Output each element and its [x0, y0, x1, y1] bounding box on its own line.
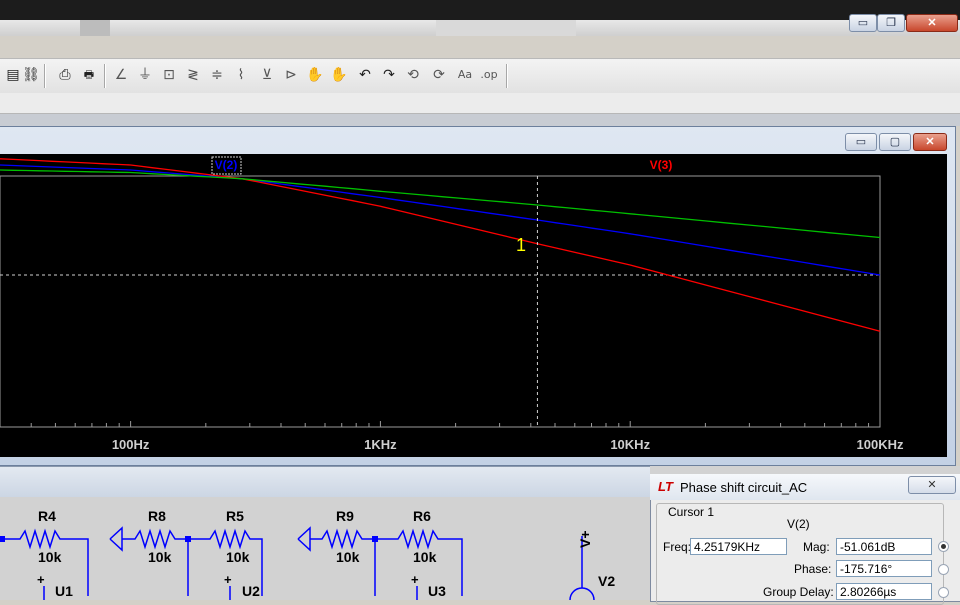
title-tab-hint — [436, 20, 576, 36]
plot-pane[interactable]: 100Hz 1KHz 10KHz 100KHz V(2) V(3) 1 — [0, 154, 947, 457]
cursor-dialog-title: Phase shift circuit_AC — [680, 480, 808, 495]
part-ref-r6: R6 — [413, 508, 431, 524]
toolbar-separator — [44, 64, 46, 88]
junction-dot — [185, 536, 191, 542]
phase-field[interactable]: -175.716° — [836, 560, 932, 577]
mirror-icon[interactable]: ⟳ — [430, 66, 448, 84]
part-value-r8: 10k — [148, 549, 172, 565]
axis-labels: 100Hz 1KHz 10KHz 100KHz — [112, 176, 904, 452]
freq-label: Freq: — [663, 540, 692, 554]
cursor-trace-name: V(2) — [787, 517, 810, 531]
group-delay-label: Group Delay: — [763, 585, 834, 599]
plot-minimize-button[interactable]: ▭ — [845, 133, 877, 151]
supply-label: V+ — [577, 530, 593, 548]
cursor-group-label: Cursor 1 — [666, 505, 717, 519]
part-value-r4: 10k — [38, 549, 62, 565]
x-tick-label: 100KHz — [857, 437, 904, 452]
source-v2-symbol — [569, 587, 595, 600]
part-value-r6: 10k — [413, 549, 437, 565]
schematic-title-bar — [0, 466, 650, 497]
undo-icon[interactable]: ↶ — [356, 66, 374, 84]
main-close-button[interactable]: ✕ — [906, 14, 958, 32]
print-preview-icon[interactable]: ⎙ — [56, 66, 74, 84]
trace-v3 — [0, 158, 881, 332]
redo-icon[interactable]: ↷ — [380, 66, 398, 84]
drag-icon[interactable]: ✋ — [330, 66, 348, 84]
print-icon[interactable]: 🖶 — [80, 66, 98, 84]
part-ref-r5: R5 — [226, 508, 244, 524]
main-title-bar: ▭ ❐ ✕ — [0, 0, 960, 36]
secondary-strip — [0, 93, 960, 114]
cursor-marker[interactable]: 1 — [516, 235, 526, 255]
mag-field[interactable]: -51.061dB — [836, 538, 932, 555]
diode-icon[interactable]: ⊻ — [258, 66, 276, 84]
opamp-ref-u1: U1 — [55, 583, 73, 599]
trace-series-3 — [0, 169, 881, 239]
plot-close-button[interactable]: ✕ — [913, 133, 947, 151]
rotate-icon[interactable]: ⟲ — [404, 66, 422, 84]
spice-directive-icon[interactable]: .op — [480, 66, 498, 84]
part-ref-r8: R8 — [148, 508, 166, 524]
ground-icon[interactable]: ⏚ — [136, 66, 154, 84]
lt-logo-icon: LT — [658, 479, 673, 494]
phase-label: Phase: — [794, 562, 832, 576]
plot-restore-button[interactable]: ▢ — [879, 133, 911, 151]
traces — [0, 158, 881, 332]
main-minimize-button[interactable]: ▭ — [849, 14, 877, 32]
group-delay-radio[interactable] — [938, 587, 949, 598]
clipboard-icon[interactable]: ▤ — [4, 66, 22, 84]
part-value-r9: 10k — [336, 549, 360, 565]
part-ref-r4: R4 — [38, 508, 56, 524]
opamp-ref-u3: U3 — [428, 583, 446, 599]
mag-label: Mag: — [803, 540, 830, 554]
main-restore-button[interactable]: ❐ — [877, 14, 905, 32]
junction-dot — [372, 536, 378, 542]
text-icon[interactable]: Aa — [456, 66, 474, 84]
opamp-u1-plus: + — [37, 572, 45, 587]
toolbar-separator — [104, 64, 106, 88]
part-ref-r9: R9 — [336, 508, 354, 524]
schematic-canvas[interactable]: R4 10k R8 10k R5 10k R9 10k R6 10k U1 U2… — [0, 496, 650, 600]
cursor-dialog-close-button[interactable]: ✕ — [908, 476, 956, 494]
ground-arrow — [109, 526, 123, 552]
junction-dot — [0, 536, 5, 542]
resistor-icon[interactable]: ≷ — [184, 66, 202, 84]
wire-icon[interactable]: ∠ — [112, 66, 130, 84]
opamp-ref-u2: U2 — [242, 583, 260, 599]
inductor-icon[interactable]: ⌇ — [232, 66, 250, 84]
opamp-u2-plus: + — [224, 572, 232, 587]
plot-frame — [0, 175, 881, 428]
group-delay-field[interactable]: 2.80266µs — [836, 583, 932, 600]
ground-arrow — [297, 526, 311, 552]
part-value-r5: 10k — [226, 549, 250, 565]
toolbar: ▤ ⛓ ⎙ 🖶 ∠ ⏚ ⊡ ≷ ≑ ⌇ ⊻ ⊳ ✋ ✋ ↶ ↷ ⟲ ⟳ Aa .op — [0, 58, 960, 94]
toolbar-separator — [506, 64, 508, 88]
capacitor-icon[interactable]: ≑ — [208, 66, 226, 84]
trace-label-v2[interactable]: V(2) — [215, 158, 238, 172]
workspace-background — [0, 114, 960, 126]
move-icon[interactable]: ✋ — [306, 66, 324, 84]
freq-field[interactable]: 4.25179KHz — [690, 538, 787, 555]
trace-label-v3[interactable]: V(3) — [650, 158, 673, 172]
opamp-u3-plus: + — [411, 572, 419, 587]
component-icon[interactable]: ⊳ — [282, 66, 300, 84]
x-tick-label: 1KHz — [364, 437, 397, 452]
source-ref-v2: V2 — [598, 573, 615, 589]
cursor-dialog-title-bar: LT Phase shift circuit_AC ✕ — [650, 474, 960, 500]
x-tick-label: 100Hz — [112, 437, 150, 452]
x-axis-ticks — [0, 421, 870, 427]
mag-radio[interactable] — [938, 541, 949, 552]
phase-radio[interactable] — [938, 564, 949, 575]
find-icon[interactable]: ⛓ — [22, 66, 40, 84]
title-tab-hint — [80, 20, 110, 36]
waveform-chart[interactable]: 100Hz 1KHz 10KHz 100KHz V(2) V(3) 1 — [0, 154, 947, 457]
x-tick-label: 10KHz — [610, 437, 650, 452]
label-net-icon[interactable]: ⊡ — [160, 66, 178, 84]
